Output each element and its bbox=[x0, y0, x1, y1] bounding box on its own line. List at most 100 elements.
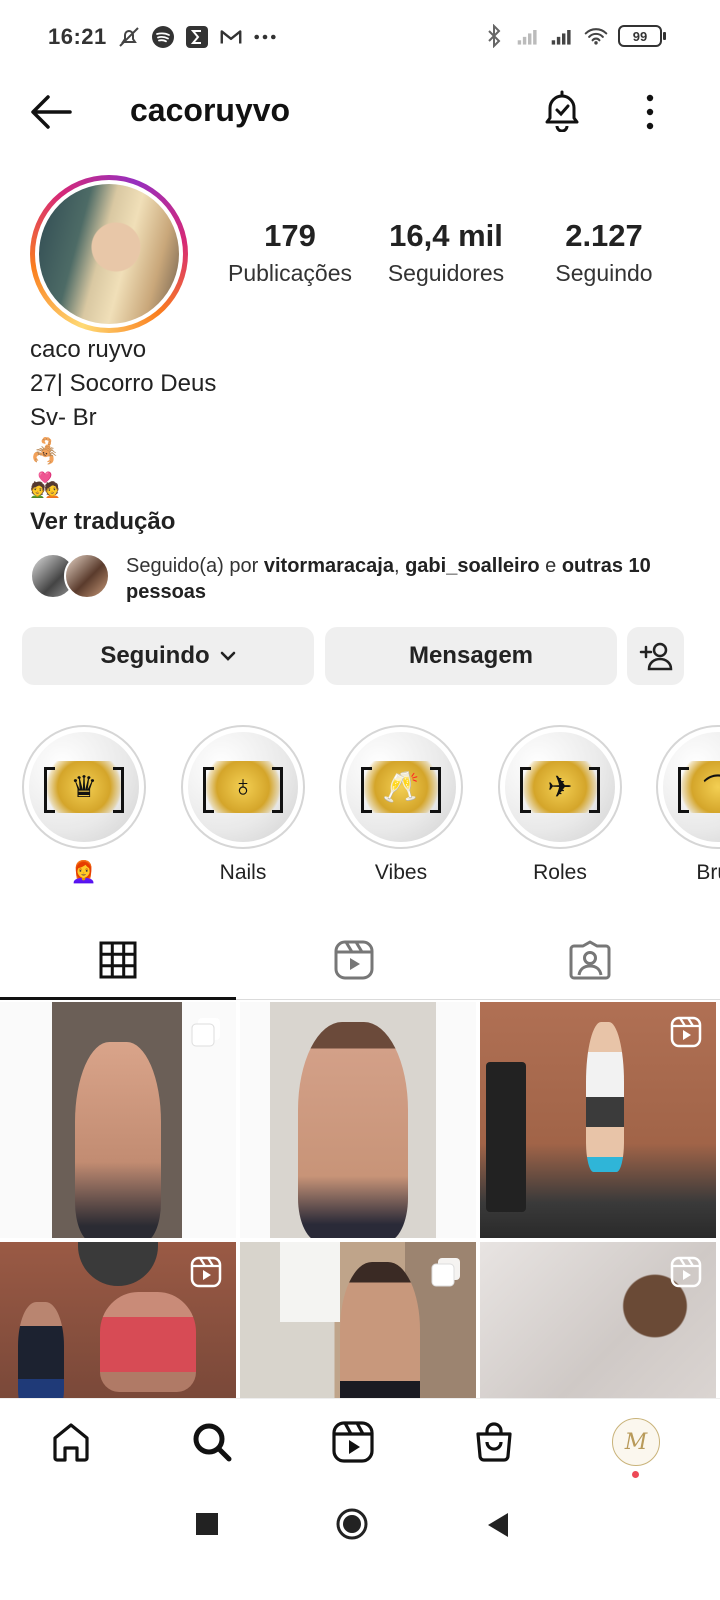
nav-profile[interactable]: M bbox=[611, 1417, 661, 1467]
story-highlights: ♛ 👩‍🦰 ♁ Nails 🥂 Vibes ✈ Roles ⌒ Brus bbox=[0, 725, 720, 890]
post-thumbnail[interactable] bbox=[240, 1002, 476, 1238]
stat-following[interactable]: 2.127 Seguindo bbox=[533, 218, 675, 287]
stat-following-value: 2.127 bbox=[565, 218, 643, 253]
add-user-icon bbox=[639, 642, 672, 671]
tagged-icon bbox=[569, 940, 611, 979]
highlight-label: Brus bbox=[696, 861, 720, 884]
square-icon bbox=[196, 1513, 218, 1535]
bio-emoji-couple: 💑 bbox=[30, 472, 60, 499]
circle-icon bbox=[336, 1508, 368, 1540]
post-thumbnail[interactable] bbox=[0, 1002, 236, 1238]
reel-badge-icon bbox=[670, 1256, 702, 1288]
nav-reels[interactable] bbox=[328, 1417, 378, 1467]
message-button[interactable]: Mensagem bbox=[325, 627, 617, 685]
profile-bio: caco ruyvo 27| Socorro Deus Sv- Br 🦂 💑 V… bbox=[30, 333, 690, 539]
spotify-icon bbox=[151, 25, 175, 49]
reels-icon bbox=[334, 940, 374, 979]
signal-icon bbox=[550, 24, 574, 48]
profile-display-name: caco ruyvo bbox=[30, 336, 147, 363]
home-button[interactable] bbox=[336, 1508, 368, 1545]
highlight-item[interactable]: ✈ Roles bbox=[498, 725, 622, 885]
suggested-users-button[interactable] bbox=[627, 627, 684, 685]
bottom-navigation: M bbox=[0, 1398, 720, 1484]
search-icon bbox=[193, 1423, 232, 1462]
mutual-user-1[interactable]: vitormaracaja bbox=[264, 555, 394, 577]
tab-reels[interactable] bbox=[236, 920, 472, 999]
status-right: 99 bbox=[482, 24, 666, 48]
bluetooth-icon bbox=[482, 24, 506, 48]
post-thumbnail[interactable] bbox=[480, 1002, 716, 1238]
stat-followers[interactable]: 16,4 mil Seguidores bbox=[375, 218, 517, 287]
back-arrow-icon bbox=[31, 95, 72, 129]
highlight-item[interactable]: ♁ Nails bbox=[181, 725, 305, 885]
notification-dot bbox=[632, 1471, 639, 1478]
battery-icon: 99 bbox=[618, 25, 666, 47]
shop-icon bbox=[476, 1422, 512, 1462]
system-navigation bbox=[0, 1484, 720, 1600]
profile-avatar-story-ring[interactable] bbox=[30, 175, 188, 333]
crown-icon: ♛ bbox=[44, 761, 124, 813]
highlight-label: 👩‍🦰 bbox=[70, 861, 98, 884]
profile-avatar: M bbox=[612, 1418, 660, 1466]
stat-posts-label: Publicações bbox=[227, 260, 353, 286]
highlight-label: Nails bbox=[219, 861, 267, 884]
notifications-button[interactable] bbox=[540, 88, 584, 133]
profile-actions: Seguindo Mensagem bbox=[22, 627, 686, 685]
chevron-down-icon bbox=[220, 651, 235, 661]
post-thumbnail[interactable] bbox=[480, 1242, 716, 1398]
stat-posts[interactable]: 179 Publicações bbox=[215, 218, 365, 287]
profile-tabs bbox=[0, 920, 720, 1000]
nav-shop[interactable] bbox=[469, 1417, 519, 1467]
status-left: 16:21 bbox=[48, 24, 277, 50]
highlight-label: Roles bbox=[533, 861, 587, 884]
more-options-button[interactable] bbox=[640, 90, 660, 134]
stat-following-label: Seguindo bbox=[555, 260, 653, 286]
home-icon bbox=[53, 1423, 89, 1462]
mute-icon bbox=[117, 25, 141, 49]
reels-icon bbox=[332, 1421, 374, 1463]
highlight-item[interactable]: ♛ 👩‍🦰 bbox=[22, 725, 146, 885]
reel-badge-icon bbox=[670, 1016, 702, 1048]
highlight-label: Vibes bbox=[374, 861, 428, 884]
stat-followers-label: Seguidores bbox=[387, 260, 505, 286]
profile-username: cacoruyvo bbox=[130, 92, 291, 128]
tab-grid[interactable] bbox=[0, 920, 236, 1000]
stat-followers-value: 16,4 mil bbox=[389, 218, 503, 253]
back-button[interactable] bbox=[28, 92, 74, 132]
profile-stats: 179 Publicações 16,4 mil Seguidores 2.12… bbox=[215, 218, 675, 298]
gmail-icon bbox=[219, 25, 243, 49]
nail-polish-icon: ♁ bbox=[203, 761, 283, 813]
bio-emoji-scorpion: 🦂 bbox=[30, 438, 60, 465]
highlight-item[interactable]: 🥂 Vibes bbox=[339, 725, 463, 885]
recents-button[interactable] bbox=[195, 1512, 219, 1541]
following-button-label: Seguindo bbox=[100, 642, 210, 669]
post-thumbnail[interactable] bbox=[240, 1242, 476, 1398]
nav-search[interactable] bbox=[187, 1417, 237, 1467]
see-translation-link[interactable]: Ver tradução bbox=[30, 505, 690, 539]
tab-tagged[interactable] bbox=[472, 920, 708, 999]
more-dots-icon bbox=[253, 25, 277, 49]
highlight-item[interactable]: ⌒ Brus bbox=[656, 725, 720, 885]
carousel-icon bbox=[191, 1018, 220, 1047]
cheers-icon: 🥂 bbox=[361, 761, 441, 813]
mutual-followers-avatars bbox=[30, 553, 112, 601]
post-thumbnail[interactable] bbox=[0, 1242, 236, 1398]
bio-line: Sv- Br bbox=[30, 404, 97, 431]
status-bar: 16:21 99 bbox=[0, 0, 720, 80]
followed-by[interactable]: Seguido(a) por vitormaracaja, gabi_soall… bbox=[30, 553, 690, 605]
vertical-dots-icon bbox=[646, 94, 654, 130]
mutual-user-2[interactable]: gabi_soalleiro bbox=[405, 555, 540, 577]
bell-check-icon bbox=[545, 90, 579, 133]
nav-home[interactable] bbox=[46, 1417, 96, 1467]
carousel-icon bbox=[431, 1258, 460, 1287]
followed-by-text: Seguido(a) por vitormaracaja, gabi_soall… bbox=[126, 555, 651, 603]
hanger-icon: ⌒ bbox=[678, 761, 720, 813]
triangle-back-icon bbox=[488, 1513, 508, 1537]
back-system-button[interactable] bbox=[486, 1512, 510, 1543]
message-button-label: Mensagem bbox=[408, 642, 534, 669]
bio-line: 27| Socorro Deus bbox=[30, 370, 217, 397]
sigma-icon bbox=[185, 25, 209, 49]
following-button[interactable]: Seguindo bbox=[22, 627, 314, 685]
status-time: 16:21 bbox=[48, 24, 107, 49]
signal-icon bbox=[516, 24, 540, 48]
